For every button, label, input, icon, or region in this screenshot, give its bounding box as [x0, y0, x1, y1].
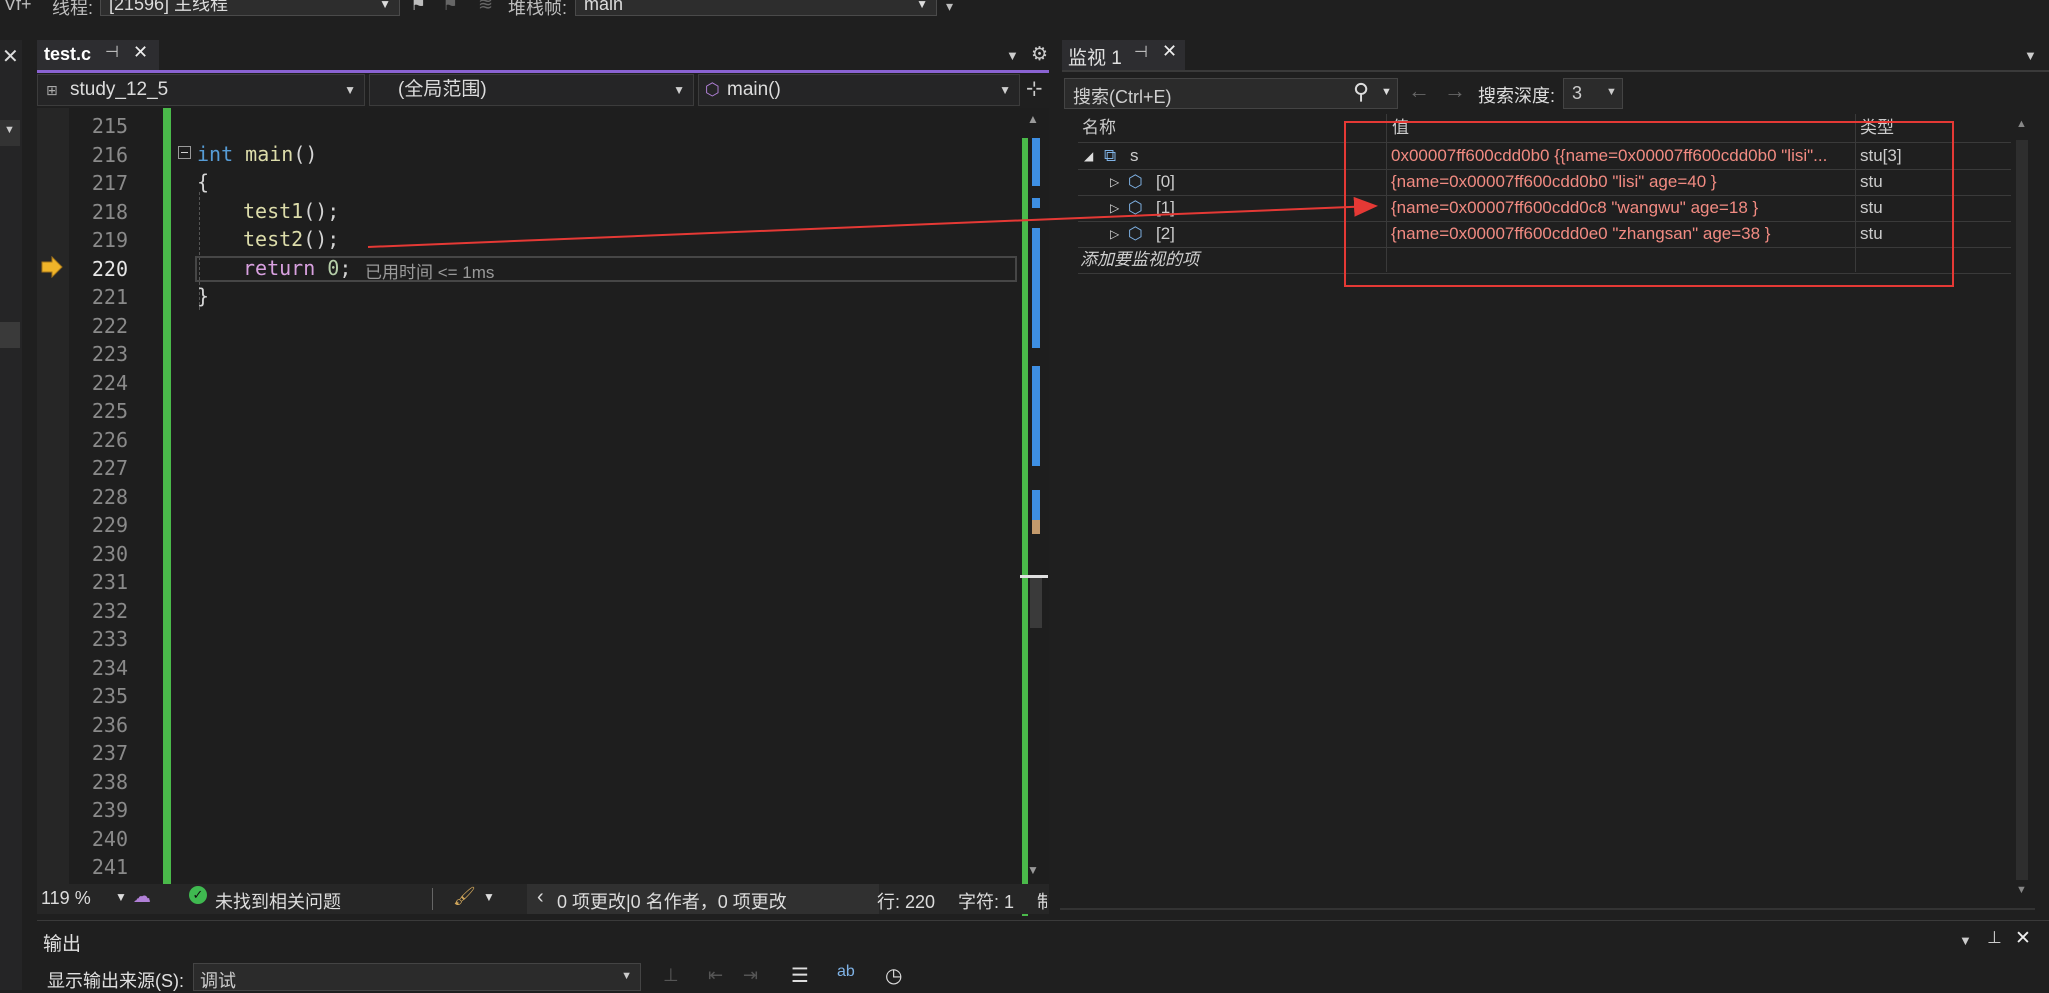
- close-icon[interactable]: ✕: [2015, 927, 2031, 950]
- output-panel: 输出 ▼ ⊥ ✕ 显示输出来源(S): 调试 ▼ ⊥ ⇤ ⇥ ☰ ab ◷: [37, 920, 2049, 991]
- clear-all-icon[interactable]: ☰: [791, 963, 809, 988]
- clock-icon[interactable]: ◷: [885, 963, 902, 988]
- next-message-icon[interactable]: ⇥: [743, 965, 758, 986]
- pin-icon[interactable]: ⊥: [1987, 928, 2002, 948]
- output-source-label: 显示输出来源(S):: [47, 971, 184, 991]
- word-wrap-icon[interactable]: ab: [837, 963, 855, 981]
- annotation-arrow: [367, 196, 1378, 248]
- panel-menu-icon[interactable]: ▼: [1959, 933, 1972, 948]
- previous-message-icon[interactable]: ⇤: [708, 965, 723, 986]
- chevron-down-icon: ▼: [621, 970, 632, 982]
- output-source-value: 调试: [200, 971, 236, 991]
- output-source-dropdown[interactable]: 调试 ▼: [193, 963, 641, 991]
- output-title: 输出: [43, 934, 82, 955]
- find-message-icon[interactable]: ⊥: [663, 965, 679, 986]
